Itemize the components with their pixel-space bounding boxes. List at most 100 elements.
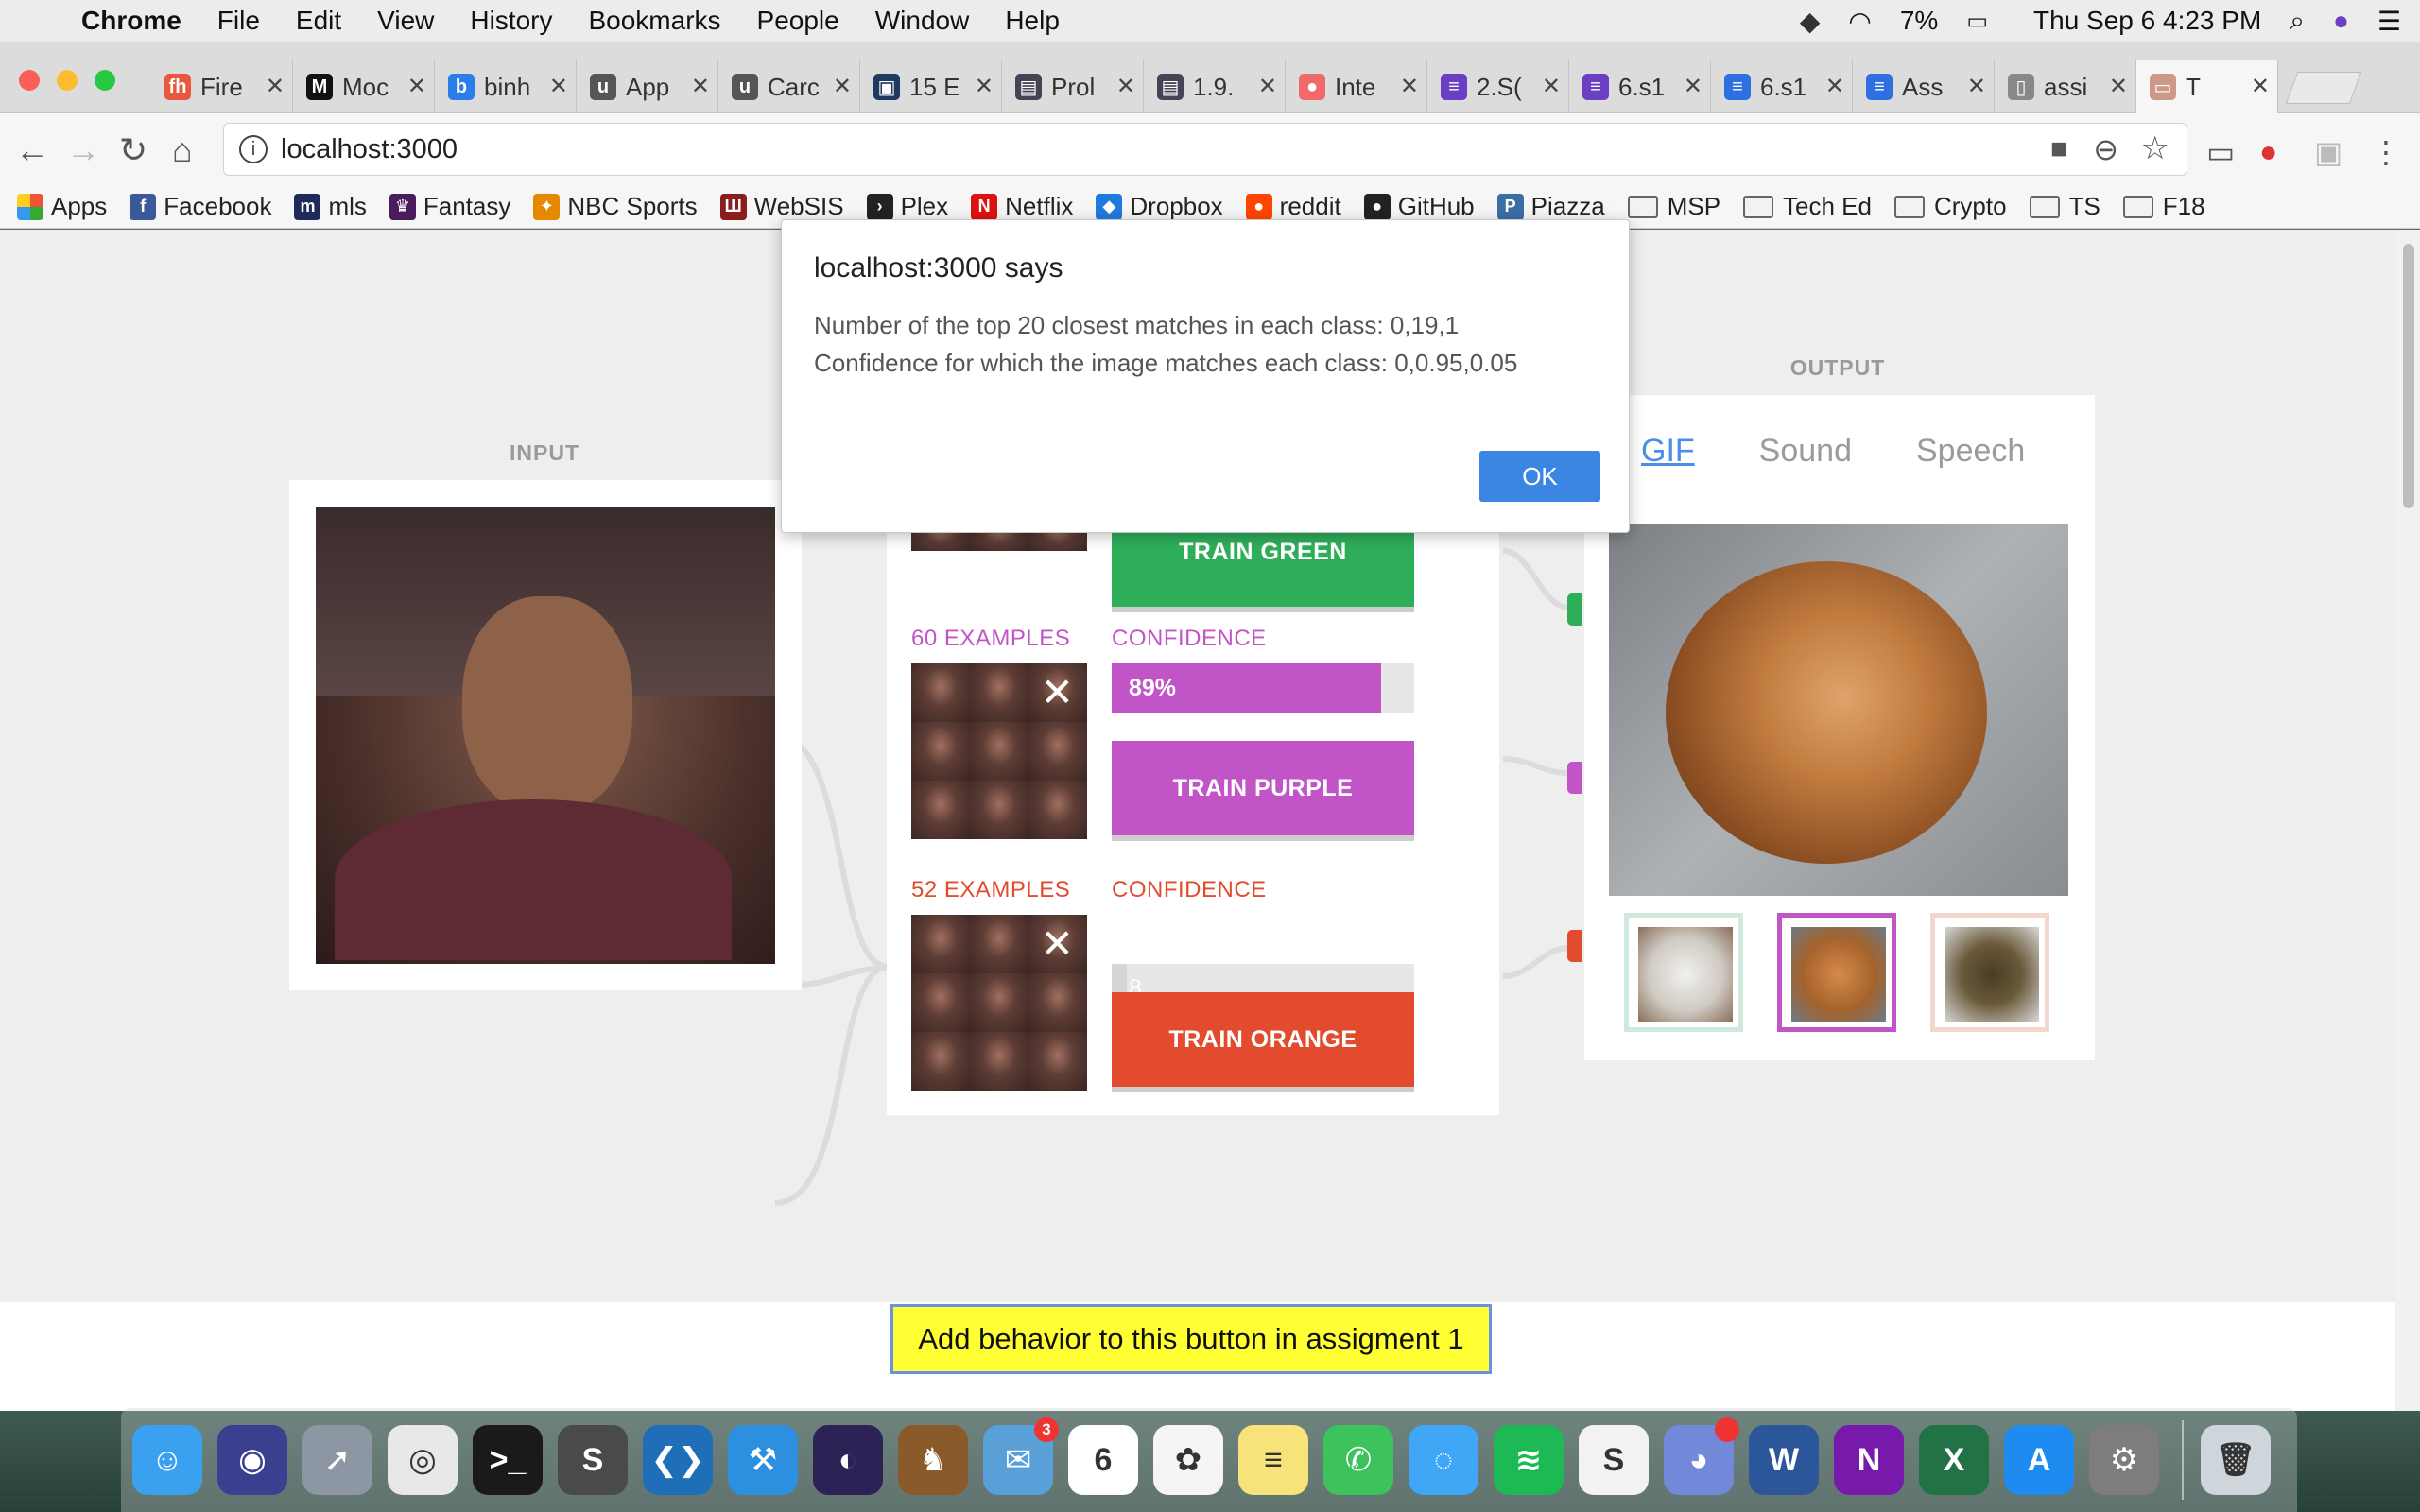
menu-clock[interactable]: Thu Sep 6 4:23 PM — [2033, 6, 2261, 36]
bookmark-star-icon[interactable]: ☆ — [2141, 129, 2169, 167]
system-preferences-icon[interactable]: ⚙ — [2089, 1425, 2159, 1495]
train-purple-button[interactable]: TRAIN PURPLE — [1112, 741, 1414, 835]
bookmark-item[interactable]: ♛ Fantasy — [389, 192, 510, 221]
browser-tab[interactable]: M Moc ✕ — [293, 60, 435, 113]
bookmark-item[interactable]: F18 — [2122, 192, 2205, 221]
eclipse-icon[interactable]: ◐ — [813, 1425, 883, 1495]
messages-icon[interactable]: ◌ — [1409, 1425, 1478, 1495]
address-bar[interactable]: i localhost:3000 ■ ⊖ ☆ — [223, 123, 2187, 176]
tab-close-icon[interactable]: ✕ — [549, 73, 568, 100]
word-icon[interactable]: W — [1749, 1425, 1819, 1495]
trash-icon[interactable]: 🗑 — [2201, 1425, 2271, 1495]
browser-tab[interactable]: ▤ Prol ✕ — [1002, 60, 1144, 113]
menu-help[interactable]: Help — [1005, 6, 1060, 36]
window-zoom-button[interactable] — [95, 70, 115, 91]
home-icon[interactable]: ⌂ — [172, 130, 193, 170]
sequel-icon[interactable]: ♞ — [898, 1425, 968, 1495]
menu-edit[interactable]: Edit — [296, 6, 341, 36]
tab-close-icon[interactable]: ✕ — [1400, 73, 1419, 100]
bookmark-item[interactable]: Tech Ed — [1743, 192, 1872, 221]
browser-tab[interactable]: u Carc ✕ — [718, 60, 860, 113]
menu-people[interactable]: People — [757, 6, 839, 36]
bookmark-item[interactable]: Crypto — [1893, 192, 2007, 221]
browser-tab[interactable]: ▭ T ✕ — [2136, 60, 2278, 113]
tab-close-icon[interactable]: ✕ — [975, 73, 994, 100]
bookmark-item[interactable]: P Piazza — [1496, 192, 1605, 221]
green-gif-thumbnail[interactable] — [1624, 913, 1743, 1032]
page-scrollbar[interactable] — [2395, 230, 2420, 1411]
abp-extension-icon[interactable]: ● — [2259, 134, 2277, 169]
browser-tab[interactable]: ▤ 1.9. ✕ — [1144, 60, 1286, 113]
tab-close-icon[interactable]: ✕ — [1825, 73, 1844, 100]
purple-reset-icon[interactable]: ✕ — [1041, 673, 1074, 713]
notification-center-icon[interactable]: ☰ — [2377, 6, 2401, 37]
back-icon[interactable]: ← — [15, 130, 49, 170]
scrollbar-thumb[interactable] — [2403, 244, 2414, 508]
tab-close-icon[interactable]: ✕ — [1684, 73, 1703, 100]
browser-tab[interactable]: ≡ 6.s1 ✕ — [1569, 60, 1711, 113]
bookmark-item[interactable]: › Plex — [866, 192, 948, 221]
appstore-icon[interactable]: A — [2004, 1425, 2074, 1495]
tab-close-icon[interactable]: ✕ — [407, 73, 426, 100]
bookmark-item[interactable]: N Netflix — [971, 192, 1073, 221]
tab-close-icon[interactable]: ✕ — [833, 73, 852, 100]
tab-close-icon[interactable]: ✕ — [1542, 73, 1561, 100]
window-close-button[interactable] — [19, 70, 40, 91]
zoom-icon[interactable]: ⊖ — [2093, 131, 2118, 167]
train-orange-button[interactable]: TRAIN ORANGE — [1112, 992, 1414, 1087]
tab-close-icon[interactable]: ✕ — [1967, 73, 1986, 100]
finder-icon[interactable]: ☺ — [132, 1425, 202, 1495]
chrome-icon[interactable]: ◎ — [388, 1425, 458, 1495]
wifi-icon[interactable]: ◠ — [1848, 6, 1871, 37]
address-url[interactable]: localhost:3000 — [281, 134, 458, 165]
browser-tab[interactable]: ▣ 15 E ✕ — [860, 60, 1002, 113]
onenote-icon[interactable]: N — [1834, 1425, 1904, 1495]
tab-gif[interactable]: GIF — [1641, 433, 1695, 470]
bookmark-item[interactable]: ● GitHub — [1363, 192, 1475, 221]
tab-close-icon[interactable]: ✕ — [1258, 73, 1277, 100]
calendar-icon[interactable]: 6 — [1068, 1425, 1138, 1495]
bookmark-item[interactable]: ✦ NBC Sports — [533, 192, 698, 221]
launchpad-icon[interactable]: ➚ — [302, 1425, 372, 1495]
siri-icon[interactable]: ◉ — [217, 1425, 287, 1495]
spotify-icon[interactable]: ≋ — [1494, 1425, 1564, 1495]
bookmark-item[interactable]: ◆ Dropbox — [1096, 192, 1223, 221]
siri-icon[interactable]: ● — [2333, 6, 2349, 36]
xcode-icon[interactable]: ⚒ — [728, 1425, 798, 1495]
window-minimize-button[interactable] — [57, 70, 78, 91]
browser-tab[interactable]: ≡ Ass ✕ — [1853, 60, 1995, 113]
site-info-icon[interactable]: i — [239, 135, 268, 163]
terminal-icon[interactable]: >_ — [473, 1425, 543, 1495]
browser-tab[interactable]: ≡ 2.S(✕ — [1427, 60, 1569, 113]
bookmark-item[interactable]: ● reddit — [1245, 192, 1341, 221]
tab-close-icon[interactable]: ✕ — [1116, 73, 1135, 100]
bookmark-item[interactable]: TS — [2029, 192, 2100, 221]
menu-view[interactable]: View — [377, 6, 434, 36]
tab-close-icon[interactable]: ✕ — [266, 73, 285, 100]
menu-bookmarks[interactable]: Bookmarks — [588, 6, 720, 36]
tab-close-icon[interactable]: ✕ — [2251, 73, 2270, 100]
battery-icon[interactable]: ▭ — [1966, 8, 1988, 35]
discord-icon[interactable]: ◕ — [1664, 1418, 1739, 1495]
tab-sound[interactable]: Sound — [1759, 433, 1852, 470]
menu-app-name[interactable]: Chrome — [81, 6, 182, 36]
sublime-icon[interactable]: S — [558, 1425, 628, 1495]
notes-icon[interactable]: ≡ — [1238, 1425, 1308, 1495]
tab-speech[interactable]: Speech — [1916, 433, 2025, 470]
reload-icon[interactable]: ↻ — [119, 130, 147, 170]
bookmark-item[interactable]: f Facebook — [130, 192, 271, 221]
bookmark-item[interactable]: MSP — [1627, 192, 1720, 221]
vscode-icon[interactable]: ❮❯ — [643, 1425, 713, 1495]
menu-window[interactable]: Window — [875, 6, 970, 36]
menu-file[interactable]: File — [217, 6, 260, 36]
forward-icon[interactable]: → — [66, 130, 100, 170]
spotlight-search-icon[interactable]: ⌕ — [2290, 6, 2305, 37]
camera-icon[interactable]: ■ — [2050, 133, 2067, 165]
browser-tab[interactable]: fh Fire ✕ — [151, 60, 293, 113]
bookmark-item[interactable]: m mls — [294, 192, 367, 221]
dropbox-status-icon[interactable]: ◆ — [1800, 6, 1821, 37]
excel-icon[interactable]: X — [1919, 1425, 1989, 1495]
extension-icon[interactable]: ▣ — [2314, 134, 2342, 170]
menu-history[interactable]: History — [470, 6, 552, 36]
tab-close-icon[interactable]: ✕ — [2109, 73, 2128, 100]
